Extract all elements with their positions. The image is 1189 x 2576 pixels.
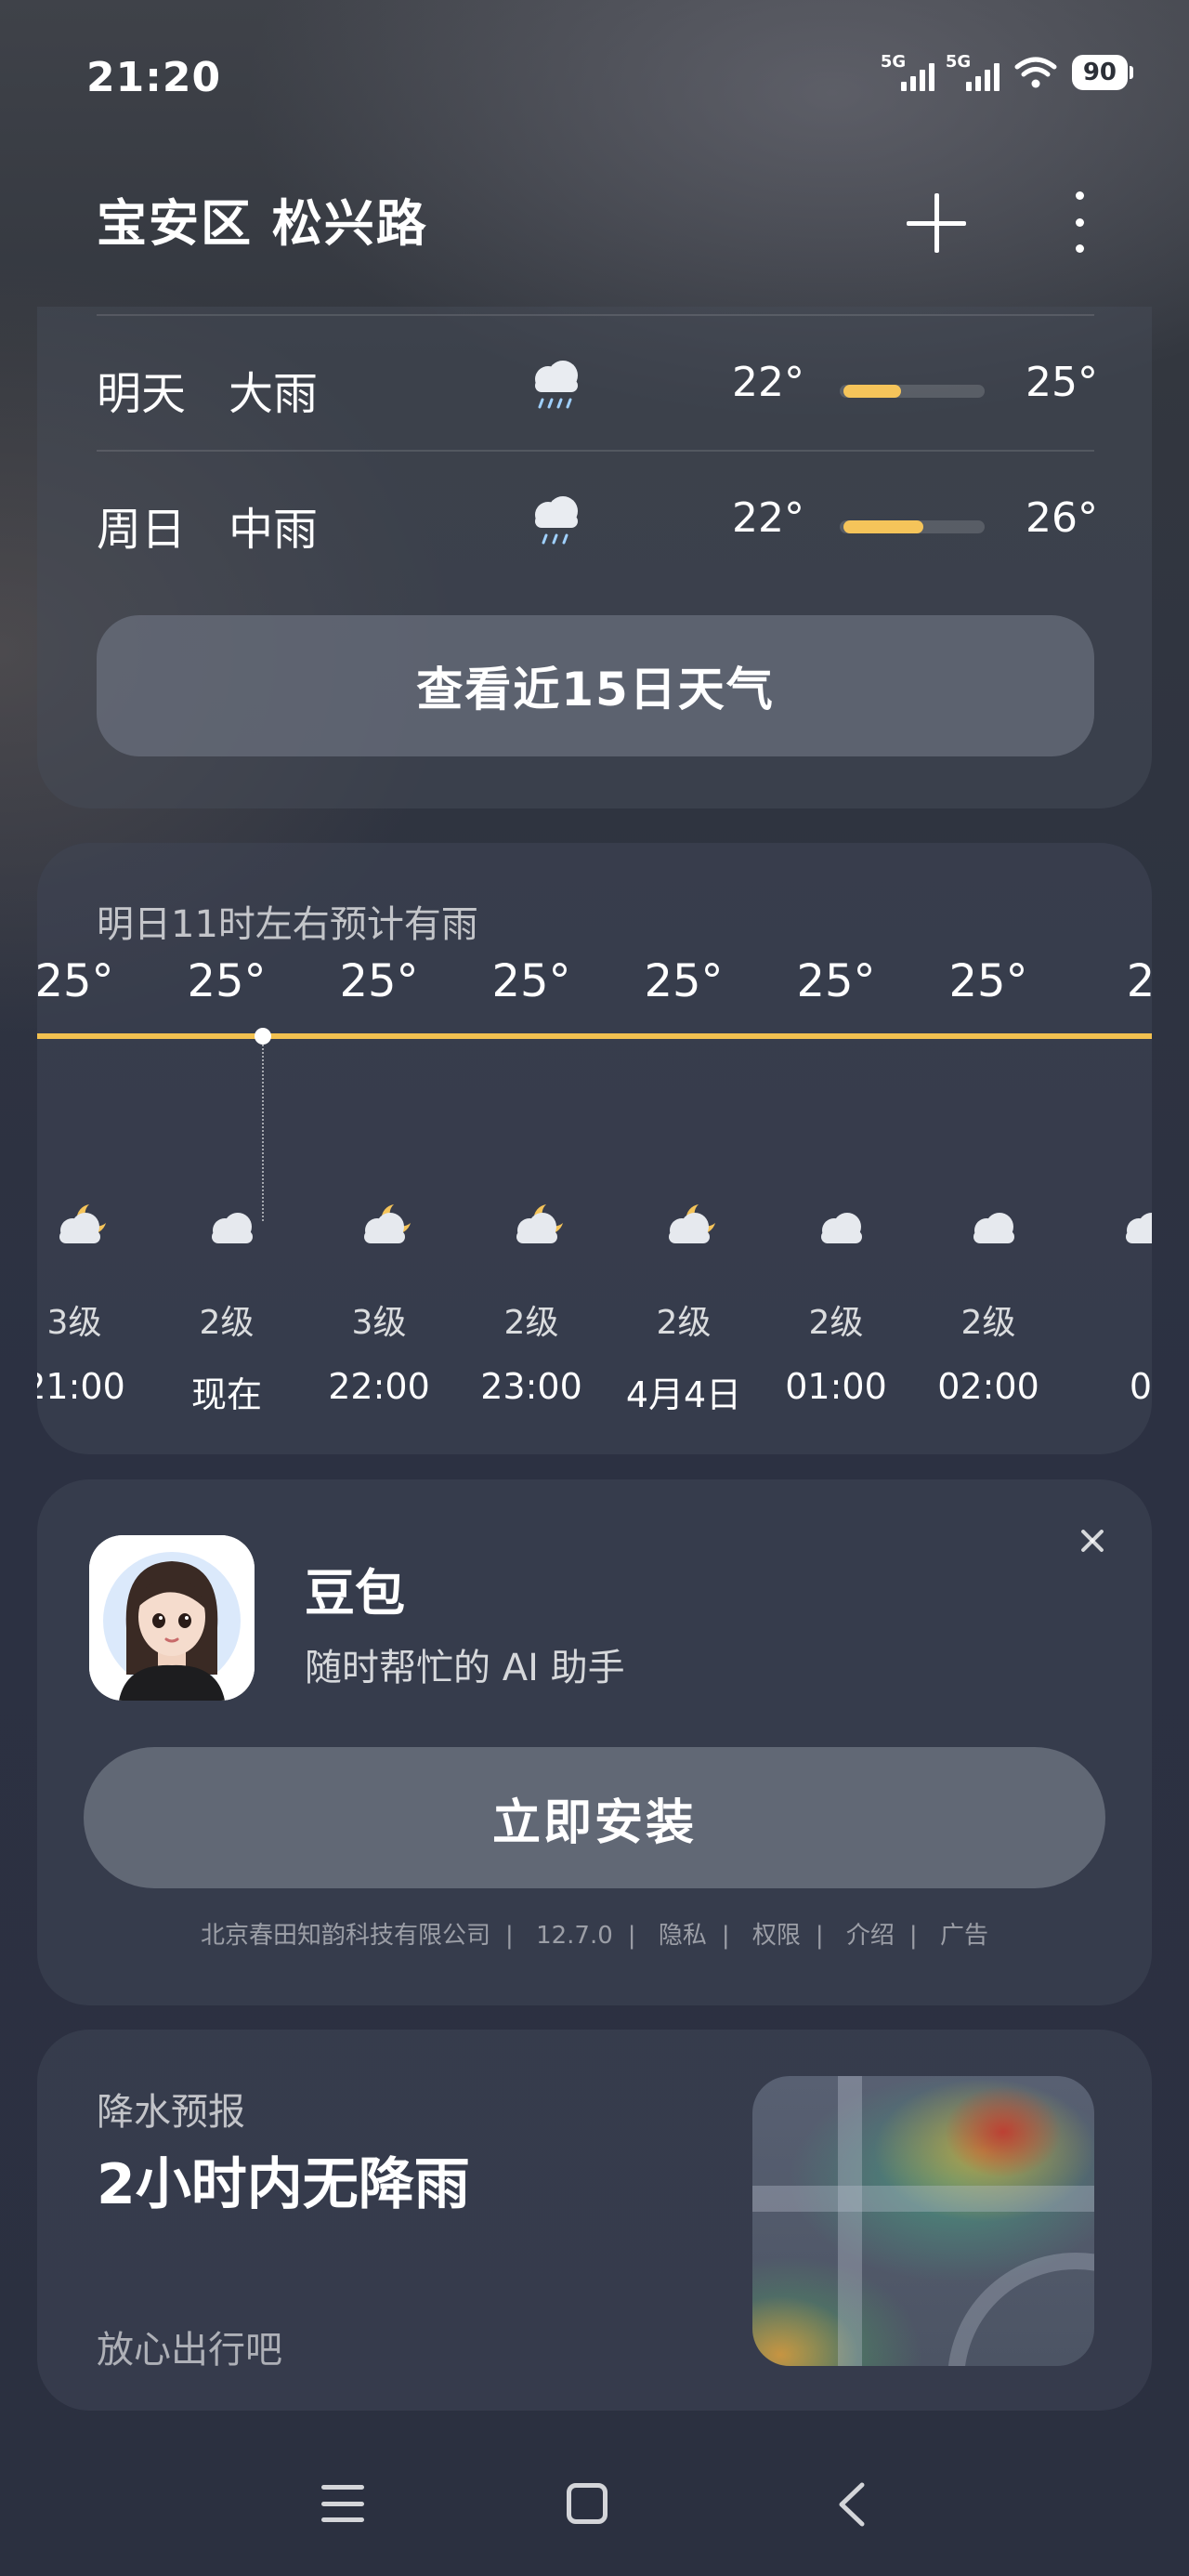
map-road xyxy=(838,2076,862,2366)
forecast-day: 明天 xyxy=(97,368,187,420)
location-title[interactable]: 宝安区 松兴路 xyxy=(97,182,428,256)
hourly-wind: 2级 xyxy=(503,1304,559,1342)
now-marker-dot xyxy=(255,1028,271,1045)
forecast-row-sunday[interactable]: 周日 中雨 22° 26° xyxy=(97,468,1098,571)
cloud-icon xyxy=(212,1213,253,1243)
hourly-wind: 3级 xyxy=(46,1304,102,1342)
moderate-rain-icon xyxy=(535,496,578,545)
signal-icon-sim2: 5G xyxy=(946,52,1000,91)
status-time: 21:20 xyxy=(86,54,222,101)
hourly-wind: 2级 xyxy=(199,1304,255,1342)
hourly-temp: 25° xyxy=(37,955,114,1007)
install-button[interactable]: 立即安装 xyxy=(84,1747,1105,1888)
hourly-temp: 25° xyxy=(796,955,876,1007)
hourly-time: 01:00 xyxy=(785,1366,887,1407)
cloud-icon xyxy=(1126,1213,1152,1243)
cloud-icon xyxy=(973,1213,1014,1243)
forecast-row-tomorrow[interactable]: 明天 大雨 22° 25° xyxy=(97,333,1098,435)
forecast-condition: 中雨 xyxy=(229,504,319,556)
hourly-temp: 25° xyxy=(644,955,724,1007)
moon-cloud-icon xyxy=(59,1204,106,1243)
forecast-day: 周日 xyxy=(97,504,187,556)
moon-cloud-icon xyxy=(516,1204,563,1243)
app-name: 豆包 xyxy=(305,1564,405,1623)
map-road xyxy=(752,2186,1094,2212)
cloud-icon xyxy=(821,1213,862,1243)
forecast-high: 26° xyxy=(1026,494,1098,542)
hourly-temp: 25° xyxy=(948,955,1028,1007)
wifi-icon xyxy=(1014,57,1057,88)
hourly-time: 02:00 xyxy=(937,1366,1039,1407)
forecast-low: 22° xyxy=(732,359,804,406)
hourly-time: 4月4日 xyxy=(625,1374,742,1415)
hourly-wind: 3级 xyxy=(351,1304,407,1342)
ad-footer: 北京春田知韵科技有限公司 | 12.7.0 | 隐私 | 权限 | 介绍 | 广告 xyxy=(201,1922,988,1950)
temp-range-bar xyxy=(840,520,985,533)
hourly-temp: 25° xyxy=(491,955,571,1007)
hourly-time: 21:00 xyxy=(37,1366,125,1407)
app-description: 随时帮忙的 AI 助手 xyxy=(305,1647,625,1689)
divider xyxy=(97,450,1094,452)
ad-label: 广告 xyxy=(939,1922,988,1950)
view-15-day-button[interactable]: 查看近15日天气 xyxy=(97,615,1094,756)
more-vertical-icon[interactable] xyxy=(1068,191,1091,253)
plus-icon[interactable] xyxy=(907,193,966,253)
moon-cloud-icon xyxy=(669,1204,715,1243)
home-square-icon[interactable] xyxy=(567,2483,608,2524)
temp-range-bar xyxy=(840,385,985,398)
divider xyxy=(97,314,1094,316)
ad-permissions-link[interactable]: 权限 xyxy=(752,1922,801,1950)
menu-icon[interactable] xyxy=(321,2485,364,2522)
hourly-wind: 2级 xyxy=(960,1304,1016,1342)
close-icon[interactable] xyxy=(1074,1522,1111,1559)
hourly-temp: 2 xyxy=(1126,955,1152,1007)
ad-version: 12.7.0 xyxy=(536,1922,613,1950)
hourly-time: 22:00 xyxy=(328,1366,430,1407)
heavy-rain-icon xyxy=(535,361,578,409)
hourly-temp: 25° xyxy=(339,955,419,1007)
signal-icon-sim1: 5G xyxy=(881,52,934,91)
rain-hint: 明日11时左右预计有雨 xyxy=(97,903,478,946)
doubao-app-icon[interactable] xyxy=(89,1535,255,1701)
ad-intro-link[interactable]: 介绍 xyxy=(846,1922,895,1950)
avatar xyxy=(89,1535,255,1701)
precip-summary: 2小时内无降雨 xyxy=(97,2152,470,2217)
hourly-wind: 2级 xyxy=(656,1304,712,1342)
hourly-scroll[interactable]: 25° 3级 21:00 25° 2级现在 25° 3级 22:00 25° 2级 23:00 25°… xyxy=(37,948,1152,1431)
hourly-time: 0 xyxy=(1129,1366,1152,1407)
ad-privacy-link[interactable]: 隐私 xyxy=(659,1922,707,1950)
forecast-condition: 大雨 xyxy=(229,368,319,420)
now-marker-line xyxy=(262,1045,264,1221)
map-road xyxy=(947,2253,1094,2366)
hourly-time: 23:00 xyxy=(480,1366,582,1407)
forecast-high: 25° xyxy=(1026,359,1098,406)
temperature-line xyxy=(37,1033,1152,1039)
precip-title: 降水预报 xyxy=(97,2091,245,2134)
precip-radar-map[interactable] xyxy=(752,2076,1094,2366)
status-icons: 5G 5G 90 xyxy=(881,52,1133,91)
back-chevron-icon[interactable] xyxy=(830,2479,875,2530)
battery-icon xyxy=(1130,66,1133,79)
hourly-wind: 2级 xyxy=(808,1304,864,1342)
hourly-temp: 25° xyxy=(187,955,267,1007)
battery-level: 90 xyxy=(1071,55,1128,90)
forecast-low: 22° xyxy=(732,494,804,542)
hourly-time: 现在 xyxy=(190,1374,262,1415)
moon-cloud-icon xyxy=(364,1204,411,1243)
ad-developer: 北京春田知韵科技有限公司 xyxy=(201,1922,491,1950)
precip-subtitle: 放心出行吧 xyxy=(97,2329,282,2372)
